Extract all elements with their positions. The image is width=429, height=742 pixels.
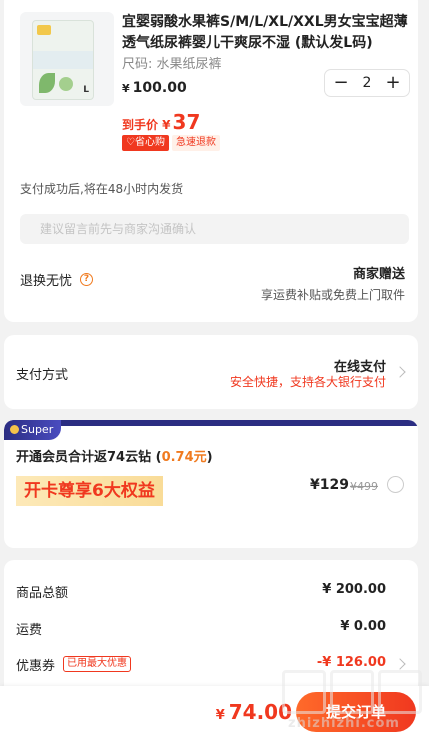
super-select-radio[interactable] [387, 476, 404, 493]
super-band [4, 420, 418, 426]
product-thumbnail[interactable]: L [20, 12, 114, 106]
shipping-value: ¥ 0.00 [340, 619, 386, 634]
shipping-note: 支付成功后,将在48小时内发货 [20, 182, 184, 196]
super-membership-card: Super 开通会员合计返74云钻 (0.74元) 开卡尊享6大权益 ¥129 … [4, 420, 418, 548]
price-value: 100.00 [132, 80, 187, 96]
decrement-button[interactable]: − [333, 74, 349, 92]
goods-total-label: 商品总额 [16, 586, 69, 601]
fruit-icon [59, 77, 73, 91]
gift-subtitle: 享运费补贴或免费上门取件 [260, 288, 405, 302]
payment-label: 支付方式 [16, 368, 69, 383]
submit-order-button[interactable]: 提交订单 [296, 692, 416, 732]
message-input[interactable]: 建议留言前先与商家沟通确认 [20, 214, 409, 244]
super-title-close: ) [206, 450, 213, 465]
super-price: ¥129 [310, 477, 349, 493]
diaper-package-image: L [32, 20, 94, 100]
total-currency: ¥ [215, 708, 225, 723]
super-title-text: 开通会员合计返74云钻 [16, 450, 152, 465]
chevron-right-icon [394, 366, 406, 378]
coupon-tag: 已用最大优惠 [63, 656, 131, 672]
currency-symbol: ¥ [122, 82, 130, 95]
worry-free-tag: ♡省心购 [122, 135, 169, 151]
order-total: ¥74.00 [216, 700, 292, 724]
final-price-label: 到手价 ¥ [122, 118, 171, 132]
product-title[interactable]: 宜婴弱酸水果裤S/M/L/XL/XXL男女宝宝超薄透气纸尿裤婴儿干爽尿不湿 (默… [122, 12, 408, 54]
fast-refund-tag: 急速退款 [172, 135, 220, 151]
checkout-bar: ¥74.00 提交订单 [0, 686, 429, 742]
quantity-value[interactable]: 2 [363, 75, 372, 91]
return-policy-label: 退换无忧 [20, 274, 73, 289]
payment-method-row[interactable]: 支付方式 在线支付 安全快捷，支持各大银行支付 [4, 335, 418, 409]
coupon-value[interactable]: -¥ 126.00 [317, 655, 386, 670]
total-value: 74.00 [228, 700, 292, 724]
super-title-open: ( [151, 450, 162, 465]
super-crown-icon [10, 425, 19, 434]
coupon-label: 优惠券 [16, 659, 56, 674]
chevron-right-icon [394, 658, 406, 670]
product-price: ¥100.00 [122, 80, 187, 96]
super-title-highlight: 0.74元 [161, 450, 207, 465]
increment-button[interactable]: + [385, 74, 401, 92]
super-badge: Super [4, 420, 62, 440]
gift-title: 商家赠送 [352, 267, 405, 282]
product-card: L 宜婴弱酸水果裤S/M/L/XL/XXL男女宝宝超薄透气纸尿裤婴儿干爽尿不湿 … [4, 0, 418, 322]
super-original-price: ¥499 [350, 480, 378, 493]
product-spec: 尺码: 水果纸尿裤 [122, 57, 222, 72]
shipping-label: 运费 [16, 623, 43, 638]
final-price-value: 37 [172, 110, 201, 134]
leaf-icon [39, 73, 55, 93]
benefit-banner[interactable]: 开卡尊享6大权益 [16, 476, 163, 506]
return-policy[interactable]: 退换无忧 ? [20, 270, 94, 289]
final-price: 到手价 ¥37 [122, 110, 200, 134]
help-icon[interactable]: ? [80, 273, 94, 286]
brand-logo [37, 25, 51, 35]
super-badge-label: Super [21, 423, 54, 436]
payment-method-subtitle: 安全快捷，支持各大银行支付 [229, 375, 386, 389]
package-size-label: L [83, 85, 89, 95]
quantity-stepper: − 2 + [324, 69, 410, 97]
super-title: 开通会员合计返74云钻 (0.74元) [16, 446, 213, 465]
goods-total-value: ¥ 200.00 [322, 582, 386, 597]
package-band [33, 51, 93, 69]
